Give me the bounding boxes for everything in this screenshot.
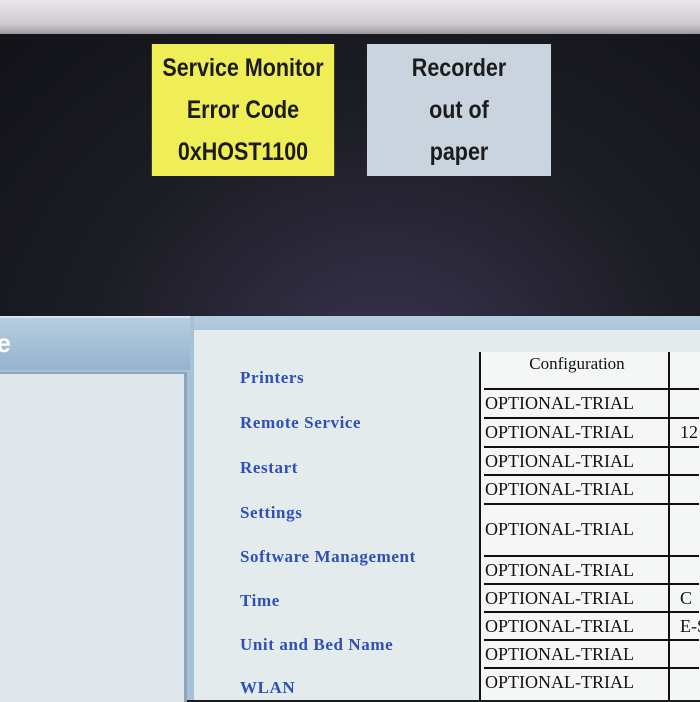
recorder-alarm[interactable]: Recorder out of paper bbox=[366, 44, 552, 176]
table-row: OPTIONAL-TRIAL E-S bbox=[484, 611, 700, 640]
monitor-bezel bbox=[0, 0, 700, 34]
menu-item-wlan[interactable]: WLAN bbox=[240, 678, 295, 698]
table-row: OPTIONAL-TRIAL 12 bbox=[484, 417, 699, 446]
config-value: OPTIONAL-TRIAL bbox=[485, 479, 634, 499]
menu-item-settings[interactable]: Settings bbox=[240, 503, 302, 523]
menu-item-printers[interactable]: Printers bbox=[240, 368, 304, 388]
table-row: OPTIONAL-TRIAL bbox=[484, 667, 699, 696]
config-value: OPTIONAL-TRIAL bbox=[485, 672, 634, 692]
table-row: OPTIONAL-TRIAL bbox=[484, 555, 699, 584]
menu-item-restart[interactable]: Restart bbox=[240, 458, 298, 478]
config-value: OPTIONAL-TRIAL bbox=[485, 519, 634, 539]
configuration-header: Configuration bbox=[529, 354, 625, 373]
config-value: OPTIONAL-TRIAL bbox=[485, 422, 634, 442]
alarm-line: Service Monitor bbox=[162, 54, 324, 82]
left-panel bbox=[0, 372, 187, 702]
table-row: OPTIONAL-TRIAL C bbox=[484, 583, 699, 612]
table-row: OPTIONAL-TRIAL bbox=[484, 474, 699, 503]
menu-item-software-management[interactable]: Software Management bbox=[240, 547, 416, 567]
config-value: OPTIONAL-TRIAL bbox=[485, 560, 634, 580]
table-row: OPTIONAL-TRIAL bbox=[484, 639, 699, 668]
alarm-line: paper bbox=[429, 138, 489, 166]
config-value: OPTIONAL-TRIAL bbox=[485, 451, 634, 471]
alarm-line: 0xHOST1100 bbox=[177, 138, 309, 166]
config-extra: C bbox=[680, 588, 693, 608]
menu-item-unit-and-bed-name[interactable]: Unit and Bed Name bbox=[240, 635, 393, 655]
alarm-line: Recorder bbox=[411, 54, 507, 82]
menu-item-time[interactable]: Time bbox=[240, 591, 280, 611]
service-monitor-alarm[interactable]: Service Monitor Error Code 0xHOST1100 bbox=[151, 44, 335, 176]
menu-item-remote-service[interactable]: Remote Service bbox=[240, 413, 361, 433]
left-window-titlebar: ce bbox=[0, 316, 190, 370]
table-border bbox=[479, 352, 481, 700]
config-value: OPTIONAL-TRIAL bbox=[485, 393, 634, 413]
config-value: OPTIONAL-TRIAL bbox=[485, 616, 634, 636]
alarm-line: Error Code bbox=[186, 96, 300, 124]
table-row: OPTIONAL-TRIAL bbox=[484, 503, 699, 555]
alarm-area bbox=[0, 34, 700, 316]
configuration-table: Configuration OPTIONAL-TRIAL OPTIONAL-TR… bbox=[479, 352, 700, 700]
left-window-title: ce bbox=[0, 328, 11, 358]
config-extra: 12 bbox=[680, 422, 698, 442]
alarm-line: out of bbox=[429, 96, 489, 124]
config-value: OPTIONAL-TRIAL bbox=[485, 644, 634, 664]
config-extra: E-S bbox=[680, 616, 700, 636]
table-row: OPTIONAL-TRIAL bbox=[484, 388, 699, 417]
table-row: OPTIONAL-TRIAL bbox=[484, 446, 699, 475]
config-value: OPTIONAL-TRIAL bbox=[485, 588, 634, 608]
